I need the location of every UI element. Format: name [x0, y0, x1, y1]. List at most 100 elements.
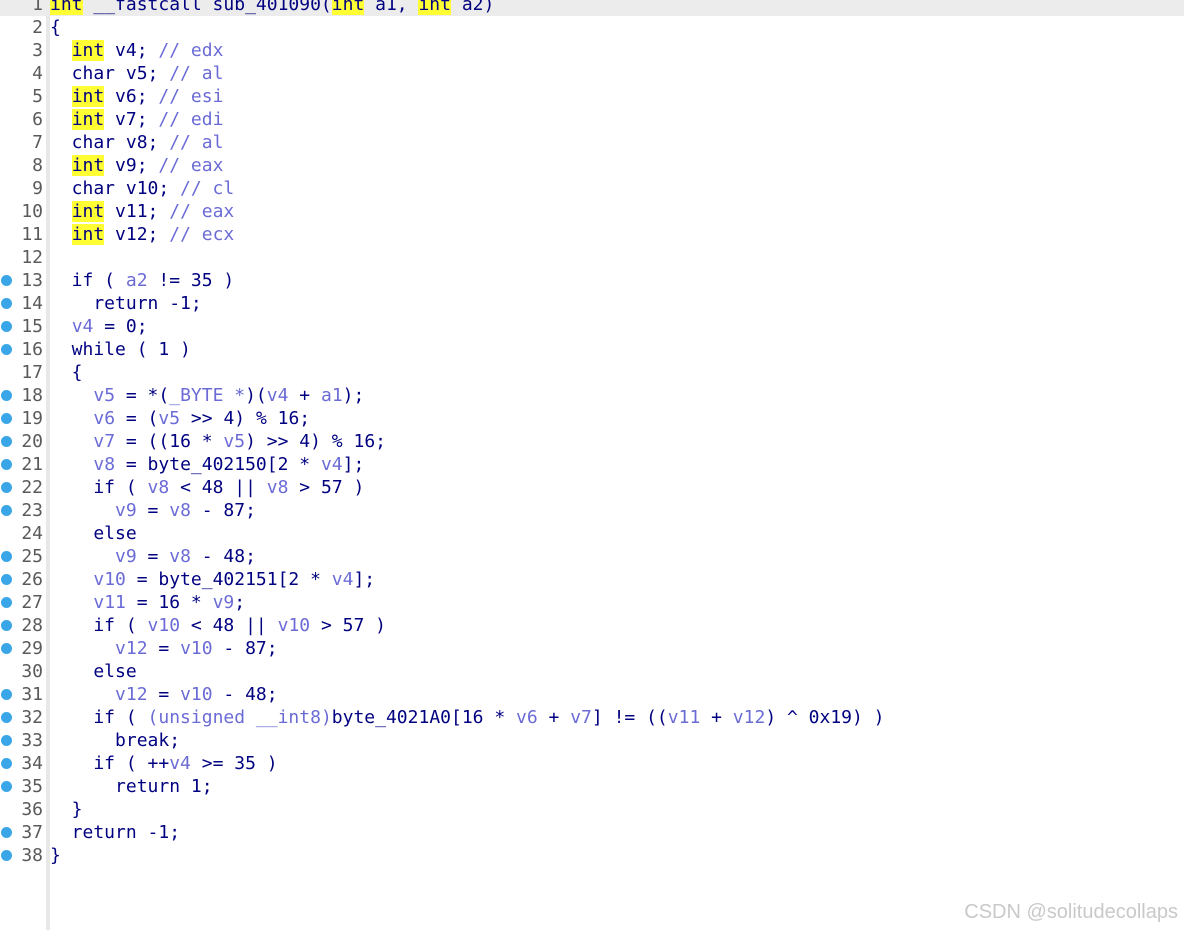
code-token: + [537, 707, 571, 728]
code-line[interactable]: 37 return -1; [0, 821, 1184, 844]
code-line[interactable]: 38} [0, 844, 1184, 867]
variable-token: v6 [516, 707, 538, 728]
code-line[interactable]: 23 v9 = v8 - 87; [0, 499, 1184, 522]
code-line[interactable]: 6 int v7; // edi [0, 108, 1184, 131]
line-number: 11 [21, 224, 43, 245]
line-number: 31 [21, 684, 43, 705]
code-line[interactable]: 9 char v10; // cl [0, 177, 1184, 200]
code-text[interactable]: if ( ++v4 >= 35 ) [50, 752, 277, 775]
code-text[interactable]: v6 = (v5 >> 4) % 16; [50, 407, 310, 430]
code-text[interactable]: } [50, 798, 83, 821]
code-text[interactable]: char v8; // al [50, 131, 224, 154]
code-token: v12; [104, 224, 170, 245]
code-token: byte_4021A0[16 * [331, 707, 517, 728]
code-text[interactable]: char v5; // al [50, 62, 224, 85]
code-text[interactable]: int v9; // eax [50, 154, 223, 177]
code-text[interactable]: char v10; // cl [50, 177, 235, 200]
code-line[interactable]: 3 int v4; // edx [0, 39, 1184, 62]
code-line[interactable]: 30 else [0, 660, 1184, 683]
code-text[interactable]: if ( v8 < 48 || v8 > 57 ) [50, 476, 364, 499]
code-line[interactable]: 12 [0, 246, 1184, 269]
code-text[interactable]: int v12; // ecx [50, 223, 234, 246]
code-text[interactable]: if ( (unsigned __int8)byte_4021A0[16 * v… [50, 706, 884, 729]
code-text[interactable]: v10 = byte_402151[2 * v4]; [50, 568, 375, 591]
code-token: = byte_402151[2 * [125, 569, 332, 590]
code-text[interactable]: int __fastcall sub_401090(int a1, int a2… [50, 0, 494, 16]
pseudocode-editor[interactable]: 1 int __fastcall sub_401090(int a1, int a… [0, 0, 1184, 930]
line-number: 34 [21, 753, 43, 774]
code-text[interactable]: v4 = 0; [50, 315, 148, 338]
code-text[interactable]: v11 = 16 * v9; [50, 591, 245, 614]
code-text[interactable]: v12 = v10 - 48; [50, 683, 278, 706]
code-line[interactable]: 16 while ( 1 ) [0, 338, 1184, 361]
code-line[interactable]: 20 v7 = ((16 * v5) >> 4) % 16; [0, 430, 1184, 453]
code-text[interactable]: int v11; // eax [50, 200, 234, 223]
code-line[interactable]: 34 if ( ++v4 >= 35 ) [0, 752, 1184, 775]
code-line[interactable]: 7 char v8; // al [0, 131, 1184, 154]
code-text[interactable]: return -1; [50, 821, 180, 844]
code-lines[interactable]: 1 int __fastcall sub_401090(int a1, int a… [0, 0, 1184, 867]
code-line[interactable]: 32 if ( (unsigned __int8)byte_4021A0[16 … [0, 706, 1184, 729]
code-text[interactable]: v9 = v8 - 87; [50, 499, 256, 522]
code-text[interactable]: } [50, 844, 61, 867]
code-line[interactable]: 29 v12 = v10 - 87; [0, 637, 1184, 660]
code-text[interactable]: if ( a2 != 35 ) [50, 269, 235, 292]
code-text[interactable]: v5 = *(_BYTE *)(v4 + a1); [50, 384, 364, 407]
code-line[interactable]: 35 return 1; [0, 775, 1184, 798]
code-text[interactable]: int v6; // esi [50, 85, 223, 108]
code-line[interactable]: 21 v8 = byte_402150[2 * v4]; [0, 453, 1184, 476]
code-line[interactable]: 36 } [0, 798, 1184, 821]
code-text[interactable]: else [50, 660, 136, 683]
code-line[interactable]: 24 else [0, 522, 1184, 545]
code-text[interactable]: return -1; [50, 292, 201, 315]
line-number: 18 [21, 385, 43, 406]
code-text[interactable]: int v7; // edi [50, 108, 223, 131]
code-line[interactable]: 15 v4 = 0; [0, 315, 1184, 338]
code-text[interactable]: if ( v10 < 48 || v10 > 57 ) [50, 614, 386, 637]
code-line[interactable]: 10 int v11; // eax [0, 200, 1184, 223]
code-line[interactable]: 13 if ( a2 != 35 ) [0, 269, 1184, 292]
code-line[interactable]: 14 return -1; [0, 292, 1184, 315]
code-text[interactable]: int v4; // edx [50, 39, 223, 62]
code-line[interactable]: 5 int v6; // esi [0, 85, 1184, 108]
code-line[interactable]: 17 { [0, 361, 1184, 384]
code-text[interactable]: else [50, 522, 136, 545]
code-text[interactable]: v8 = byte_402150[2 * v4]; [50, 453, 364, 476]
code-line[interactable]: 18 v5 = *(_BYTE *)(v4 + a1); [0, 384, 1184, 407]
code-line[interactable]: 26 v10 = byte_402151[2 * v4]; [0, 568, 1184, 591]
code-text[interactable]: { [50, 16, 61, 39]
code-line[interactable]: 31 v12 = v10 - 48; [0, 683, 1184, 706]
code-text[interactable]: while ( 1 ) [50, 338, 191, 361]
code-token: } [50, 799, 83, 820]
code-text[interactable]: break; [50, 729, 180, 752]
code-line[interactable]: 4 char v5; // al [0, 62, 1184, 85]
code-line[interactable]: 11 int v12; // ecx [0, 223, 1184, 246]
code-line[interactable]: 27 v11 = 16 * v9; [0, 591, 1184, 614]
highlighted-keyword: int [71, 201, 105, 222]
variable-token: v9 [212, 592, 235, 613]
code-text[interactable]: v7 = ((16 * v5) >> 4) % 16; [50, 430, 386, 453]
code-line[interactable]: 33 break; [0, 729, 1184, 752]
code-text[interactable]: return 1; [50, 775, 213, 798]
code-text[interactable]: v12 = v10 - 87; [50, 637, 278, 660]
line-number: 20 [21, 431, 43, 452]
line-number: 27 [21, 592, 43, 613]
code-text[interactable]: { [50, 361, 83, 384]
code-line[interactable]: 8 int v9; // eax [0, 154, 1184, 177]
line-number: 8 [32, 155, 43, 176]
code-line[interactable]: 2{ [0, 16, 1184, 39]
code-token: != 35 ) [147, 270, 235, 291]
line-number: 28 [21, 615, 43, 636]
code-text[interactable]: v9 = v8 - 48; [50, 545, 256, 568]
code-line[interactable]: 28 if ( v10 < 48 || v10 > 57 ) [0, 614, 1184, 637]
code-line[interactable]: 22 if ( v8 < 48 || v8 > 57 ) [0, 476, 1184, 499]
comment-token: // eax [158, 155, 224, 176]
comment-token: // edx [158, 40, 224, 61]
code-token: v7; [104, 109, 159, 130]
code-line[interactable]: 19 v6 = (v5 >> 4) % 16; [0, 407, 1184, 430]
code-line[interactable]: 25 v9 = v8 - 48; [0, 545, 1184, 568]
code-line[interactable]: 1 int __fastcall sub_401090(int a1, int a… [0, 0, 1184, 16]
